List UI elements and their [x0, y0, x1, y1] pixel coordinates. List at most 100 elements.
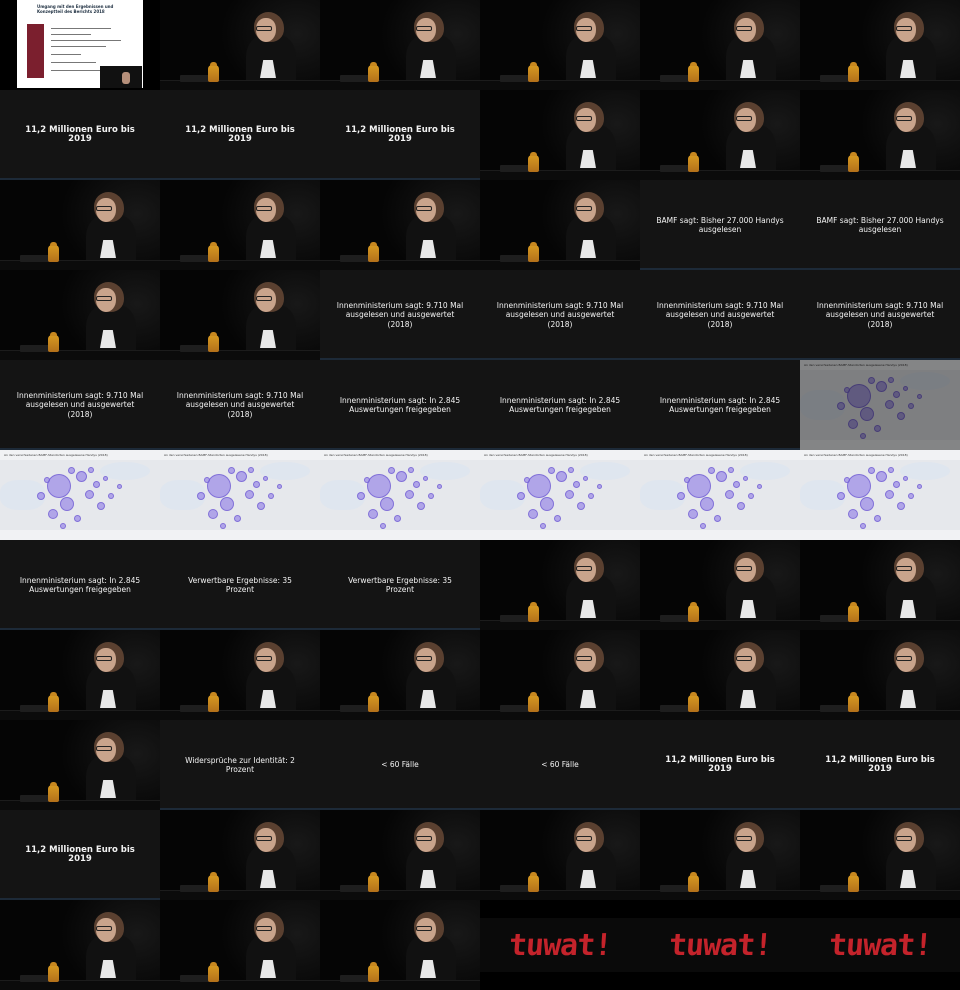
text-slide-frame[interactable]: BAMF sagt: Bisher 27.000 Handys ausgeles… — [640, 180, 800, 270]
speaker-frame[interactable] — [480, 540, 640, 630]
speaker-frame[interactable] — [800, 540, 960, 630]
speaker-frame[interactable] — [160, 0, 320, 90]
speaker-frame[interactable] — [640, 0, 800, 90]
tuwat-logo-frame[interactable]: tuwat! — [800, 900, 960, 990]
text-slide-frame[interactable]: BAMF sagt: Bisher 27.000 Handys ausgeles… — [800, 180, 960, 270]
speaker-frame[interactable] — [800, 0, 960, 90]
speaker-frame[interactable] — [160, 180, 320, 270]
map-slide-frame[interactable]: An den verschiedenen BAMF-Standorten aus… — [800, 360, 960, 450]
lucky-cat-figure — [48, 332, 59, 352]
speaker-glasses — [256, 926, 272, 931]
map-bubble — [428, 493, 434, 499]
speaker-frame[interactable] — [480, 180, 640, 270]
map-slide-frame[interactable]: An den verschiedenen BAMF-Standorten aus… — [160, 450, 320, 540]
map-bubble — [742, 475, 748, 481]
speaker-frame[interactable] — [0, 900, 160, 990]
speaker-frame[interactable] — [0, 630, 160, 720]
speaker-frame[interactable] — [640, 810, 800, 900]
text-slide-frame[interactable]: Verwertbare Ergebnisse: 35 Prozent — [160, 540, 320, 630]
slide-text: 11,2 Millionen Euro bis 2019 — [25, 844, 135, 864]
speaker-frame[interactable] — [320, 180, 480, 270]
map-slide-frame[interactable]: An den verschiedenen BAMF-Standorten aus… — [0, 450, 160, 540]
speaker-figure — [722, 548, 800, 630]
lucky-cat-figure — [688, 152, 699, 172]
speaker-frame[interactable] — [160, 900, 320, 990]
text-slide-frame[interactable]: < 60 Fälle — [480, 720, 640, 810]
text-slide-frame[interactable]: Innenministerium sagt: 9.710 Mal ausgele… — [640, 270, 800, 360]
tuwat-logo-frame[interactable]: tuwat! — [640, 900, 800, 990]
speaker-frame[interactable] — [640, 630, 800, 720]
text-slide-frame[interactable]: Innenministerium sagt: 9.710 Mal ausgele… — [0, 360, 160, 450]
speaker-figure — [82, 188, 160, 270]
map-bubble — [517, 492, 525, 500]
map-bubble — [715, 470, 727, 482]
text-slide-frame[interactable]: Innenministerium sagt: 9.710 Mal ausgele… — [800, 270, 960, 360]
speaker-frame[interactable] — [480, 90, 640, 180]
speaker-glasses — [96, 746, 112, 751]
speaker-frame[interactable] — [0, 270, 160, 360]
text-slide-frame[interactable]: Innenministerium sagt: 9.710 Mal ausgele… — [160, 360, 320, 450]
text-slide-frame[interactable]: 11,2 Millionen Euro bis 2019 — [0, 810, 160, 900]
text-slide-frame[interactable]: < 60 Fälle — [320, 720, 480, 810]
speaker-frame[interactable] — [160, 630, 320, 720]
slide-text: < 60 Fälle — [381, 760, 419, 770]
speaker-frame[interactable] — [160, 810, 320, 900]
map-title: An den verschiedenen BAMF-Standorten aus… — [4, 453, 108, 457]
map-slide-frame[interactable]: An den verschiedenen BAMF-Standorten aus… — [480, 450, 640, 540]
map-bubble — [713, 514, 721, 522]
speaker-frame[interactable] — [640, 540, 800, 630]
speaker-figure — [402, 188, 480, 270]
text-slide-frame[interactable]: 11,2 Millionen Euro bis 2019 — [160, 90, 320, 180]
speaker-figure — [722, 638, 800, 720]
map-bubble — [235, 470, 247, 482]
map-bubble — [262, 475, 268, 481]
speaker-frame[interactable] — [0, 720, 160, 810]
speaker-frame[interactable] — [800, 630, 960, 720]
text-slide-frame[interactable]: Innenministerium sagt: In 2.845 Auswertu… — [480, 360, 640, 450]
speaker-glasses — [896, 566, 912, 571]
map-sea — [420, 462, 470, 480]
map-bubble — [867, 466, 875, 474]
map-sea — [900, 372, 950, 390]
speaker-figure — [562, 818, 640, 900]
text-slide-frame[interactable]: Innenministerium sagt: 9.710 Mal ausgele… — [480, 270, 640, 360]
speaker-figure — [882, 8, 960, 90]
map-bubble — [380, 497, 394, 511]
text-slide-frame[interactable]: Innenministerium sagt: 9.710 Mal ausgele… — [320, 270, 480, 360]
text-slide-frame[interactable]: 11,2 Millionen Euro bis 2019 — [0, 90, 160, 180]
tuwat-logo-frame[interactable]: tuwat! — [480, 900, 640, 990]
slide-text: 11,2 Millionen Euro bis 2019 — [185, 124, 295, 144]
map-slide-frame[interactable]: An den verschiedenen BAMF-Standorten aus… — [800, 450, 960, 540]
speaker-frame[interactable] — [800, 90, 960, 180]
map-slide-frame[interactable]: An den verschiedenen BAMF-Standorten aus… — [640, 450, 800, 540]
speaker-frame[interactable] — [320, 630, 480, 720]
speaker-frame[interactable] — [0, 180, 160, 270]
lucky-cat-figure — [368, 692, 379, 712]
speaker-frame[interactable] — [320, 0, 480, 90]
text-slide-frame[interactable]: Verwertbare Ergebnisse: 35 Prozent — [320, 540, 480, 630]
speaker-figure — [242, 818, 320, 900]
text-slide-frame[interactable]: Widersprüche zur Identität: 2 Prozent — [160, 720, 320, 810]
text-slide-frame[interactable]: 11,2 Millionen Euro bis 2019 — [800, 720, 960, 810]
speaker-frame[interactable] — [160, 270, 320, 360]
text-slide-frame[interactable]: Innenministerium sagt: In 2.845 Auswertu… — [320, 360, 480, 450]
map-slide-frame[interactable]: An den verschiedenen BAMF-Standorten aus… — [320, 450, 480, 540]
document-slide-frame[interactable]: Umgang mit den Ergebnissen und Konzeptte… — [0, 0, 160, 90]
map-bubble — [422, 475, 428, 481]
text-slide-frame[interactable]: 11,2 Millionen Euro bis 2019 — [640, 720, 800, 810]
map-bubble — [684, 477, 690, 483]
lucky-cat-figure — [368, 962, 379, 982]
speaker-frame[interactable] — [320, 900, 480, 990]
text-slide-frame[interactable]: Innenministerium sagt: In 2.845 Auswertu… — [0, 540, 160, 630]
map-bubble — [357, 492, 365, 500]
speaker-frame[interactable] — [640, 90, 800, 180]
speaker-frame[interactable] — [320, 810, 480, 900]
text-slide-frame[interactable]: Innenministerium sagt: In 2.845 Auswertu… — [640, 360, 800, 450]
speaker-frame[interactable] — [480, 630, 640, 720]
text-slide-frame[interactable]: 11,2 Millionen Euro bis 2019 — [320, 90, 480, 180]
speaker-figure — [242, 8, 320, 90]
lucky-cat-figure — [368, 242, 379, 262]
speaker-frame[interactable] — [800, 810, 960, 900]
speaker-frame[interactable] — [480, 0, 640, 90]
speaker-frame[interactable] — [480, 810, 640, 900]
